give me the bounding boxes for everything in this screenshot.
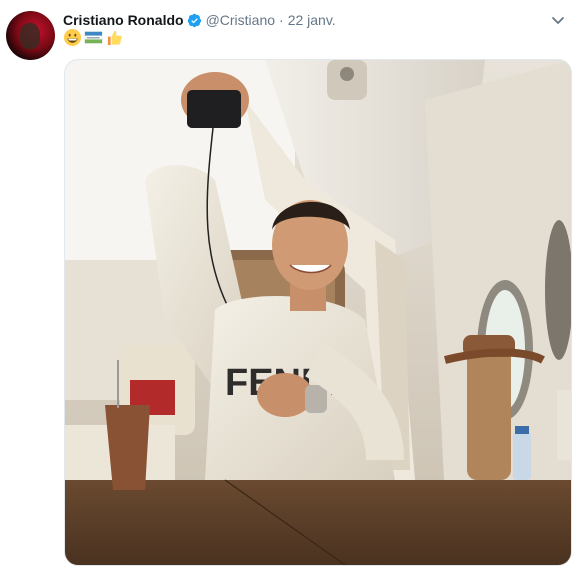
tweet-text — [63, 28, 124, 47]
chevron-down-icon[interactable] — [550, 12, 566, 28]
verified-badge-icon — [187, 13, 202, 28]
tweet: Cristiano Ronaldo @Cristiano · 22 janv. — [0, 0, 573, 576]
tweet-date[interactable]: 22 janv. — [288, 12, 336, 28]
avatar-face — [20, 23, 40, 49]
airplane-with-flag-emoji — [84, 28, 103, 47]
avatar[interactable] — [6, 11, 55, 60]
grinning-face-emoji — [63, 28, 82, 47]
photo-image: FENDI — [65, 60, 571, 565]
author-handle[interactable]: @Cristiano — [206, 12, 275, 28]
tweet-photo[interactable]: FENDI — [64, 59, 572, 566]
author-name[interactable]: Cristiano Ronaldo — [63, 12, 184, 28]
tweet-header: Cristiano Ronaldo @Cristiano · 22 janv. — [63, 10, 336, 30]
thumbs-up-emoji — [105, 28, 124, 47]
header-separator: · — [279, 12, 284, 28]
